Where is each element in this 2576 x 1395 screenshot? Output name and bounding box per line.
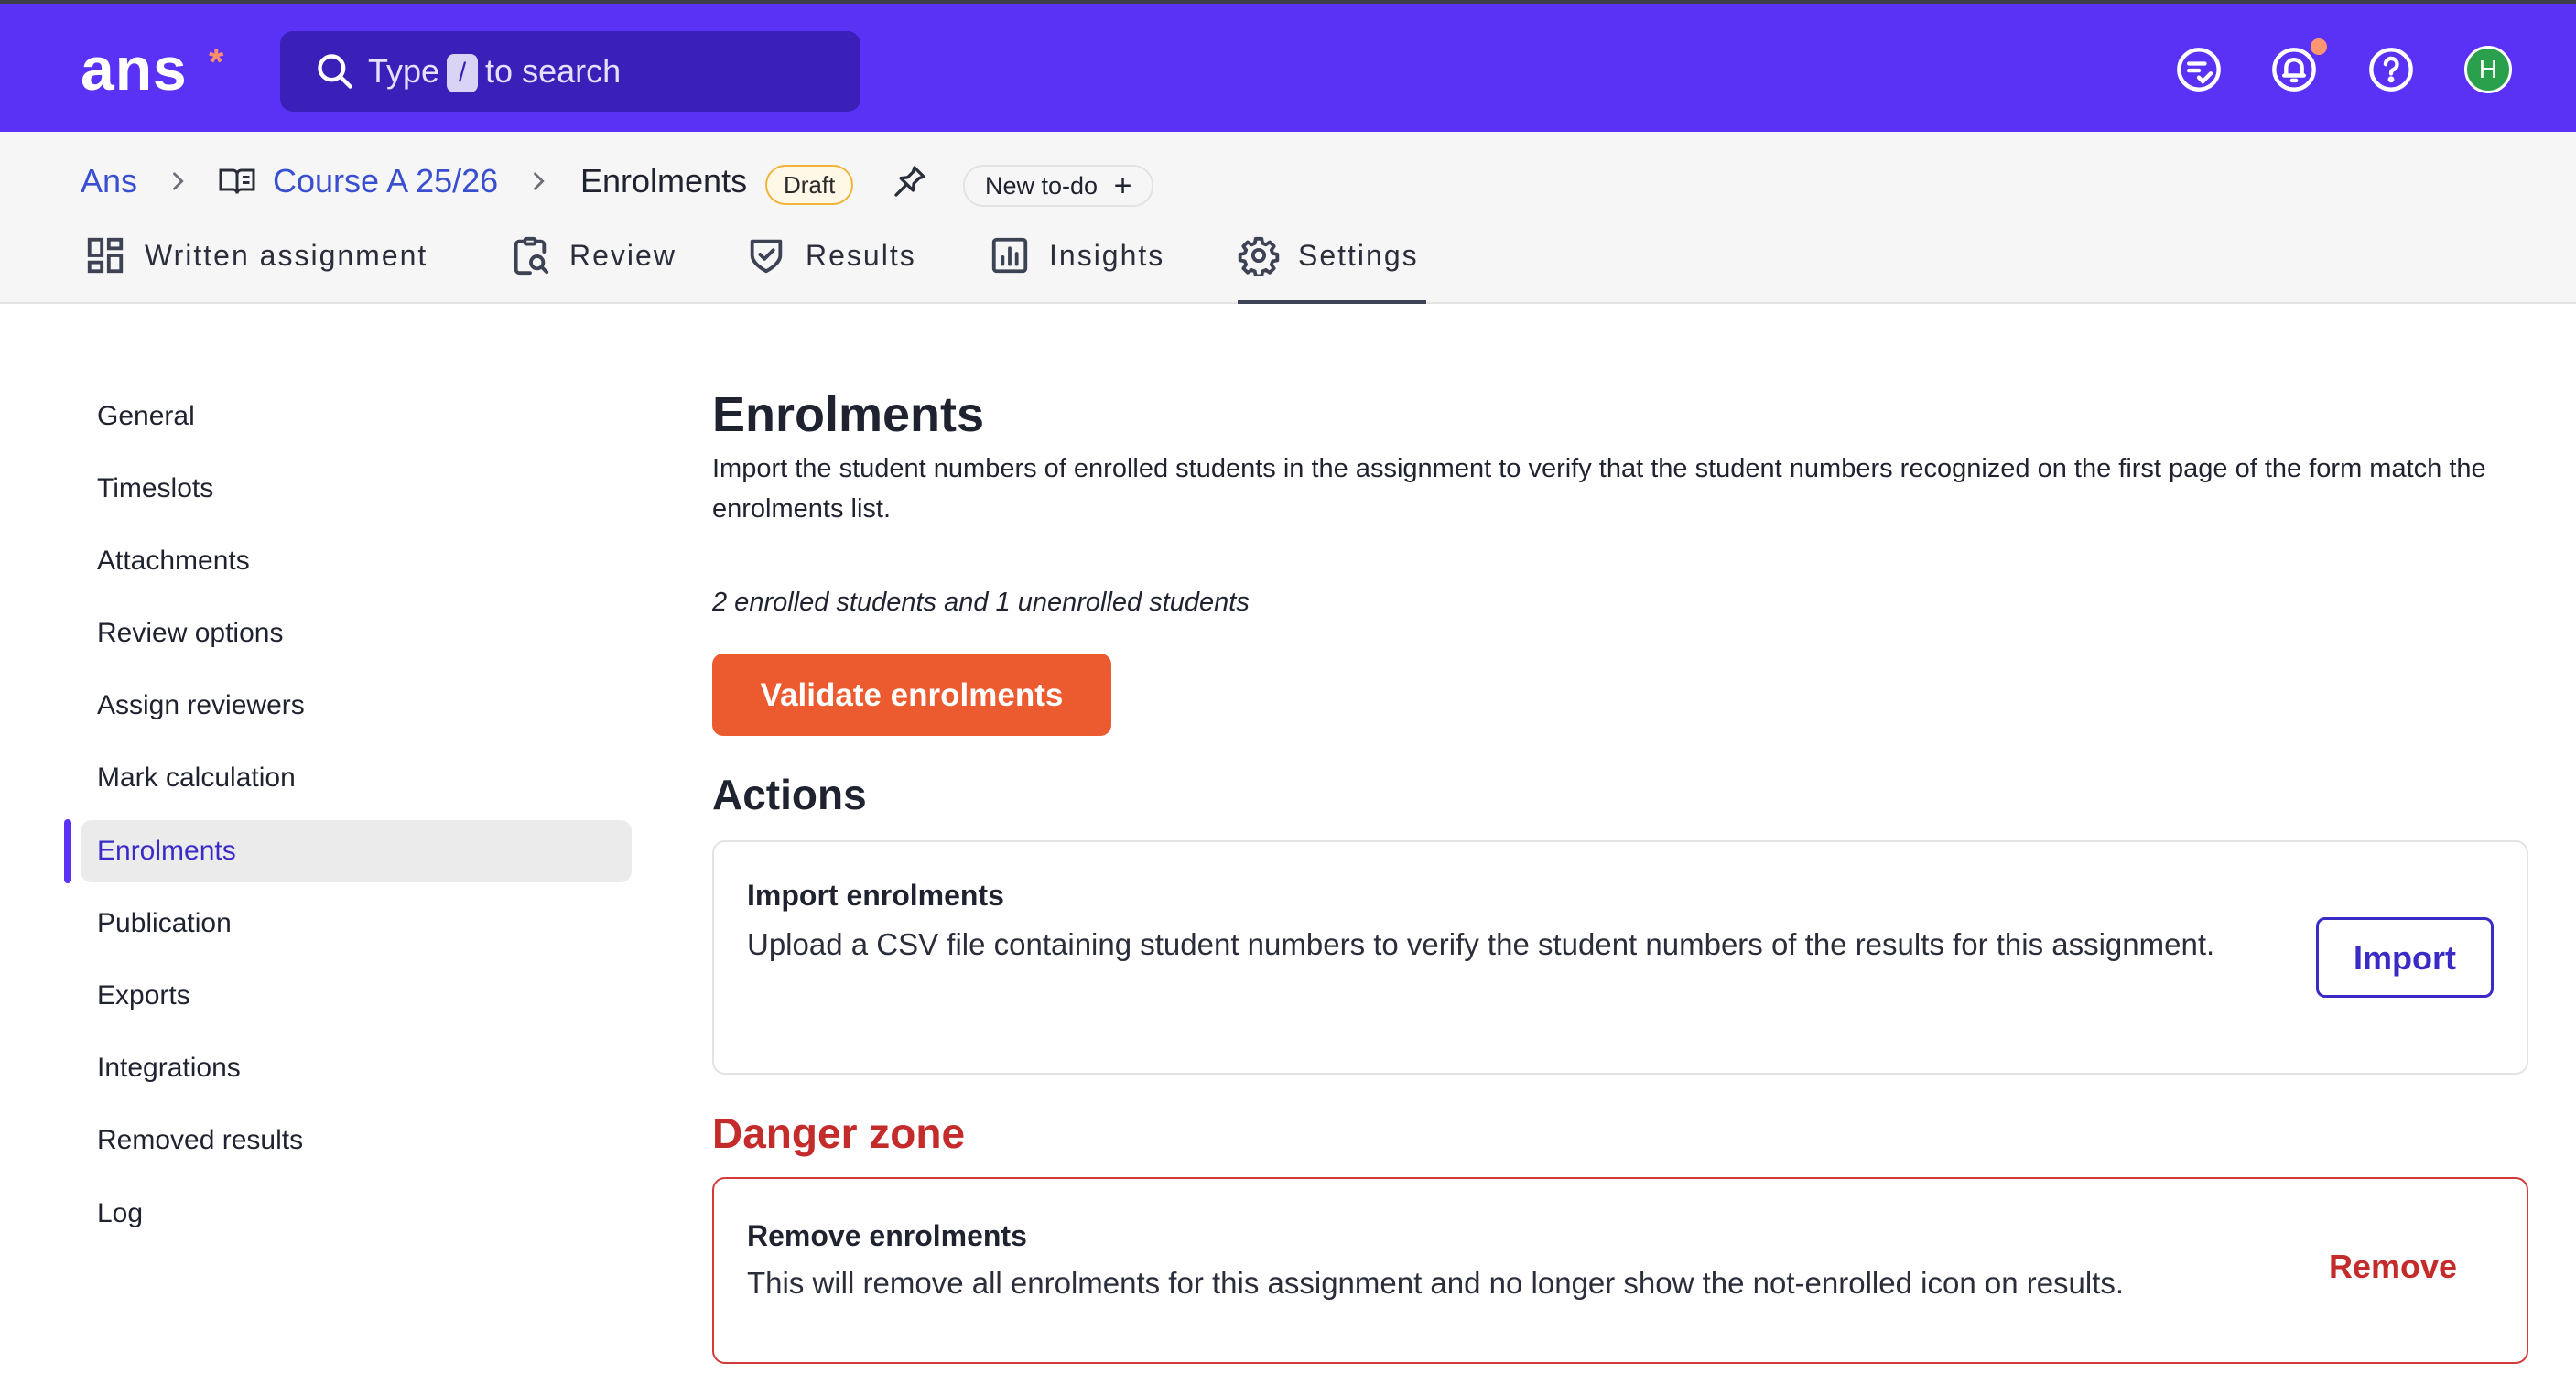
remove-button[interactable]: Remove <box>2323 1243 2462 1291</box>
search-icon <box>318 54 352 89</box>
tab-label: Settings <box>1298 239 1419 272</box>
sidebar-item-publication[interactable]: Publication <box>81 892 632 955</box>
bell-icon[interactable] <box>2270 46 2318 93</box>
danger-zone-heading: Danger zone <box>712 1109 966 1157</box>
search-shortcut-key: / <box>447 54 479 93</box>
sidebar-item-attachments[interactable]: Attachments <box>81 530 632 592</box>
import-button[interactable]: Import <box>2316 917 2494 998</box>
search-input[interactable]: Type / to search <box>280 31 860 112</box>
shield-check-icon <box>750 239 783 274</box>
help-icon[interactable] <box>2367 46 2415 93</box>
page-title: Enrolments <box>712 387 985 442</box>
breadcrumb-root[interactable]: Ans <box>81 161 137 201</box>
active-tab-indicator <box>1238 300 1426 304</box>
sub-header: Ans Course A 25/26 Enrolments Draft New … <box>0 132 2576 304</box>
sidebar-item-removed-results[interactable]: Removed results <box>81 1109 632 1172</box>
pin-icon[interactable] <box>892 163 928 200</box>
new-todo-label: New to-do <box>985 172 1099 200</box>
active-item-indicator <box>64 819 71 883</box>
tab-label: Results <box>806 239 916 272</box>
remove-card-title: Remove enrolments <box>747 1219 1027 1252</box>
ans-logo[interactable]: ans <box>81 35 188 103</box>
feedback-icon[interactable] <box>2175 46 2223 93</box>
logo-asterisk: * <box>209 40 224 83</box>
status-badge: Draft <box>765 165 854 205</box>
plus-icon: + <box>1113 168 1132 203</box>
tab-label: Insights <box>1049 239 1165 272</box>
import-card-description: Upload a CSV file containing student num… <box>747 927 2215 961</box>
page-description: Import the student numbers of enrolled s… <box>712 454 2486 524</box>
sidebar-item-integrations[interactable]: Integrations <box>81 1037 632 1099</box>
chevron-right-icon <box>173 172 184 190</box>
sidebar-item-exports[interactable]: Exports <box>81 965 632 1027</box>
remove-enrolments-card: Remove enrolments This will remove all e… <box>712 1177 2528 1364</box>
clipboard-search-icon <box>514 236 549 276</box>
sidebar-item-assign-reviewers[interactable]: Assign reviewers <box>81 675 632 737</box>
user-avatar[interactable]: H <box>2464 46 2512 93</box>
breadcrumb-course[interactable]: Course A 25/26 <box>273 161 498 201</box>
gear-icon <box>1238 236 1280 276</box>
tab-insights[interactable]: Insights <box>989 234 1181 304</box>
sidebar-item-mark-calculation[interactable]: Mark calculation <box>81 747 632 809</box>
sidebar-item-log[interactable]: Log <box>81 1183 632 1245</box>
breadcrumb-current: Enrolments <box>580 162 748 200</box>
tab-results[interactable]: Results <box>745 234 928 304</box>
tab-settings[interactable]: Settings <box>1238 234 1426 304</box>
chevron-right-icon <box>534 172 545 190</box>
tab-label: Written assignment <box>145 239 428 272</box>
sidebar-item-general[interactable]: General <box>81 385 632 448</box>
tab-label: Review <box>569 239 676 272</box>
layout-icon <box>87 237 124 274</box>
actions-heading: Actions <box>712 771 867 818</box>
remove-card-description: This will remove all enrolments for this… <box>747 1266 2125 1300</box>
new-todo-button[interactable]: New to-do + <box>963 165 1154 207</box>
import-card-title: Import enrolments <box>747 879 1004 912</box>
validate-enrolments-button[interactable]: Validate enrolments <box>712 654 1111 736</box>
enrolment-summary: 2 enrolled students and 1 unenrolled stu… <box>712 588 1250 617</box>
sidebar-item-review-options[interactable]: Review options <box>81 602 632 665</box>
sidebar-item-enrolments[interactable]: Enrolments <box>81 820 632 882</box>
import-enrolments-card: Import enrolments Upload a CSV file cont… <box>712 840 2528 1075</box>
top-bar: ans * Type / to search H <box>0 0 2576 132</box>
bar-chart-icon <box>991 237 1028 274</box>
tab-written-assignment[interactable]: Written assignment <box>84 234 450 304</box>
tab-review[interactable]: Review <box>509 234 683 304</box>
sidebar-item-timeslots[interactable]: Timeslots <box>81 458 632 520</box>
notification-dot <box>2311 38 2327 55</box>
book-icon <box>219 168 255 194</box>
search-placeholder: Type / to search <box>368 51 621 93</box>
